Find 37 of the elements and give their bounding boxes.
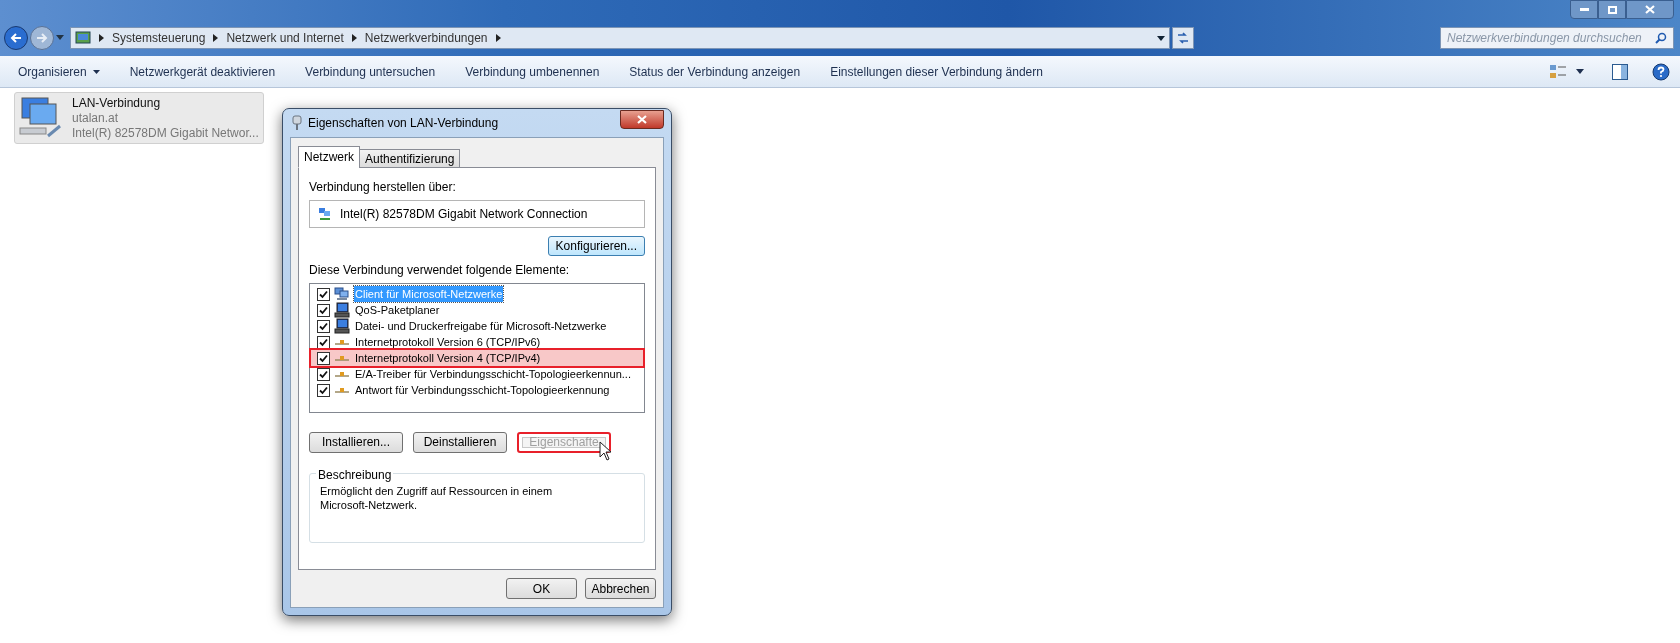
toolbar-button[interactable]: Einstellungen dieser Verbindung ändern xyxy=(830,59,1043,84)
connection-network: utalan.at xyxy=(72,111,120,126)
dialog-title: Eigenschaften von LAN-Verbindung xyxy=(308,115,499,132)
configure-button[interactable]: Konfigurieren... xyxy=(547,236,645,256)
connect-label: Verbindung herstellen über: xyxy=(309,179,457,196)
item-label: QoS-Paketplaner xyxy=(354,302,441,318)
connection-name: LAN-Verbindung xyxy=(72,96,162,111)
toolbar-button[interactable]: Status der Verbindung anzeigen xyxy=(629,59,801,84)
item-label: Client für Microsoft-Netzwerke xyxy=(354,285,504,303)
tab[interactable]: Netzwerk xyxy=(298,146,360,168)
adapter-field: Intel(R) 82578DM Gigabit Network Connection xyxy=(309,200,645,228)
item-label: Antwort für Verbindungsschicht-Topologieerkennung xyxy=(354,382,611,398)
item-button[interactable]: Installieren... xyxy=(309,431,403,453)
list-item[interactable]: QoS-Paketplaner xyxy=(315,302,639,318)
list-item[interactable]: Internetprotokoll Version 4 (TCP/IPv4) xyxy=(311,350,643,366)
list-item[interactable]: Datei- und Druckerfreigabe für Microsoft-Netzwerke xyxy=(315,318,639,334)
connection-tile[interactable]: LAN-Verbindung utalan.at Intel(R) 82578DM Gigabit Networ... xyxy=(14,92,264,144)
dialog-button[interactable]: OK xyxy=(506,578,577,599)
toolbar-button[interactable]: Verbindung umbenennen xyxy=(465,59,600,84)
search-field[interactable]: Netzwerkverbindungen durchsuchen xyxy=(1440,27,1674,49)
address-bar[interactable]: Systemsteuerung Netzwerk und Internet Netzwerkverbindungen xyxy=(70,27,1170,49)
toolbar-button[interactable]: Verbindung untersuchen xyxy=(305,59,436,84)
items-label: Diese Verbindung verwendet folgende Elemente: xyxy=(309,262,571,279)
item-button[interactable]: Deinstallieren xyxy=(413,431,507,453)
connection-adapter: Intel(R) 82578DM Gigabit Networ... xyxy=(72,126,259,141)
item-label: Datei- und Druckerfreigabe für Microsoft-Netzwerke xyxy=(354,318,608,334)
item-label: Internetprotokoll Version 6 (TCP/IPv6) xyxy=(354,334,542,350)
dialog-button[interactable]: Abbrechen xyxy=(585,578,656,599)
toolbar-button[interactable]: Organisieren xyxy=(18,59,100,84)
breadcrumb-item[interactable]: Systemsteuerung xyxy=(112,29,206,47)
tab[interactable]: Authentifizierung xyxy=(359,149,461,168)
list-item[interactable]: Antwort für Verbindungsschicht-Topologieerkennung xyxy=(315,382,639,398)
item-label: Internetprotokoll Version 4 (TCP/IPv4) xyxy=(354,350,542,366)
breadcrumb-item[interactable]: Netzwerk und Internet xyxy=(226,29,344,47)
breadcrumb-item[interactable]: Netzwerkverbindungen xyxy=(364,29,488,47)
toolbar-button[interactable]: Netzwerkgerät deaktivieren xyxy=(129,59,276,84)
description-text: Ermöglicht den Zugriff auf Ressourcen in einem Microsoft-Netzwerk. xyxy=(320,484,554,512)
